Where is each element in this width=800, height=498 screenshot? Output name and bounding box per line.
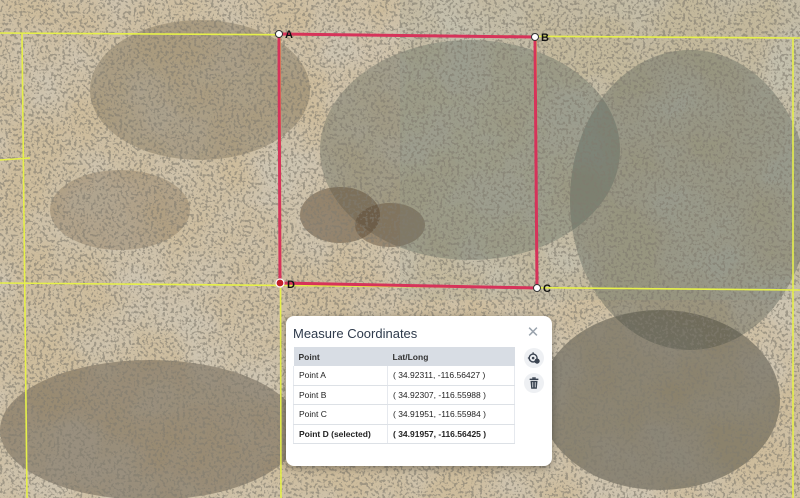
trash-icon	[529, 377, 539, 389]
delete-button[interactable]	[524, 373, 544, 393]
measure-coordinates-panel: Measure Coordinates ✕ Point Lat/Long Poi…	[286, 316, 552, 466]
point-name: Point A	[293, 366, 388, 386]
svg-text:A: A	[285, 29, 293, 41]
point-name: Point D (selected)	[293, 424, 388, 444]
svg-text:C: C	[543, 283, 551, 295]
point-latlong: ( 34.91951, -116.55984 )	[387, 404, 515, 425]
panel-title: Measure Coordinates	[293, 326, 418, 341]
point-latlong: ( 34.92311, -116.56427 )	[387, 366, 515, 386]
point-latlong: ( 34.91957, -116.56425 )	[387, 424, 515, 444]
locate-icon	[527, 352, 540, 364]
point-latlong: ( 34.92307, -116.55988 )	[387, 385, 515, 405]
svg-text:D: D	[287, 279, 295, 291]
point-name: Point C	[293, 404, 388, 425]
table-row[interactable]: Point B ( 34.92307, -116.55988 )	[293, 385, 515, 405]
coordinates-table: Point Lat/Long Point A ( 34.92311, -116.…	[293, 347, 515, 444]
column-header-point: Point	[293, 347, 388, 366]
close-icon[interactable]: ✕	[526, 325, 540, 340]
svg-text:B: B	[541, 32, 549, 44]
table-row[interactable]: Point C ( 34.91951, -116.55984 )	[293, 404, 515, 425]
locate-button[interactable]	[524, 348, 544, 368]
table-row-selected[interactable]: Point D (selected) ( 34.91957, -116.5642…	[293, 424, 515, 444]
table-row[interactable]: Point A ( 34.92311, -116.56427 )	[293, 366, 515, 386]
column-header-latlong: Lat/Long	[387, 347, 515, 366]
table-header-row: Point Lat/Long	[293, 347, 515, 366]
point-name: Point B	[293, 385, 388, 405]
